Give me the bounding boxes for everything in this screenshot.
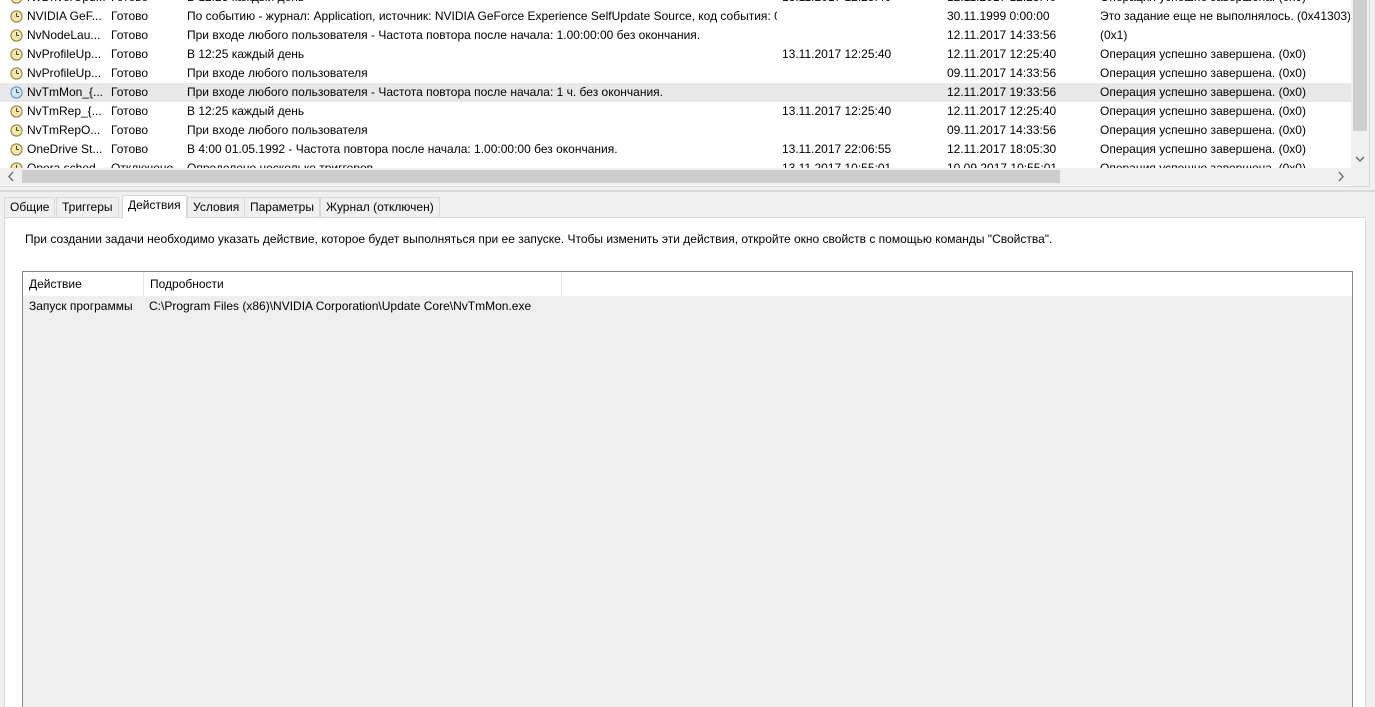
task-trigger: При входе любого пользователя - Частота … <box>187 28 701 42</box>
task-last-run: 12.11.2017 12:25:40 <box>947 0 1097 7</box>
task-name: NvTmMon_{... <box>27 85 104 99</box>
clock-icon <box>10 124 23 137</box>
scroll-right-icon[interactable] <box>1334 168 1348 185</box>
clock-icon <box>10 10 23 23</box>
tab-history[interactable]: Журнал (отключен) <box>320 197 440 218</box>
task-status: Готово <box>111 9 149 23</box>
task-name: NvProfileUp... <box>27 47 102 61</box>
task-trigger: При входе любого пользователя <box>187 123 368 137</box>
task-trigger: В 12:25 каждый день <box>187 47 305 61</box>
task-last-run: 12.11.2017 12:25:40 <box>947 47 1057 61</box>
actions-info-text: При создании задачи необходимо указать д… <box>25 232 1053 246</box>
clock-icon <box>10 67 23 80</box>
task-next-run: 13.11.2017 12:25:40 <box>782 47 892 61</box>
task-result: Операция успешно завершена. (0x0) <box>1100 47 1306 61</box>
action-details: C:\Program Files (x86)\NVIDIA Corporatio… <box>149 299 532 313</box>
table-row[interactable]: NvTmRepO... Готово При входе любого пользо… <box>0 121 1351 140</box>
task-status: Готово <box>111 66 149 80</box>
task-name: NvDriverUpd... <box>27 0 105 7</box>
table-row[interactable]: NvProfileUp... Готово В 12:25 каждый день 1… <box>0 45 1351 64</box>
table-row[interactable]: NvNodeLau... Готово При входе любого польз… <box>0 26 1351 45</box>
horizontal-scrollbar[interactable] <box>0 168 1351 185</box>
table-row[interactable]: NvTmMon_{... Готово При входе любого польз… <box>0 83 1351 102</box>
task-result: Операция успешно завершена. (0x0) <box>1100 85 1306 99</box>
clock-icon <box>10 86 23 99</box>
task-status: Готово <box>111 123 149 137</box>
table-row[interactable]: NvProfileUp... Готово При входе любого пол… <box>0 64 1351 83</box>
task-result: Операция успешно завершена. (0x0) <box>1100 66 1306 80</box>
task-trigger: При входе любого пользователя - Частота … <box>187 85 663 99</box>
table-row[interactable]: OneDrive St... Готово В 4:00 01.05.1992 - … <box>0 140 1351 159</box>
tab-general[interactable]: Общие <box>4 197 56 218</box>
scroll-corner <box>1351 168 1369 186</box>
task-trigger: При входе любого пользователя <box>187 66 368 80</box>
task-result: Операция успешно завершена. (0x0) <box>1100 123 1306 137</box>
clock-icon <box>10 0 23 4</box>
tab-triggers[interactable]: Триггеры <box>56 197 119 218</box>
table-row[interactable]: Запуск программы C:\Program Files (x86)\… <box>23 296 1352 316</box>
task-status: Готово <box>111 104 149 118</box>
table-row[interactable]: NvTmRep_{... Готово В 12:25 каждый день 13.… <box>0 102 1351 121</box>
clock-icon <box>10 29 23 42</box>
pane-splitter[interactable] <box>0 190 1375 192</box>
actions-table-header: Действие Подробности <box>23 272 1352 296</box>
task-trigger: В 12:25 каждый день <box>187 0 777 7</box>
task-name: NvProfileUp... <box>27 66 102 80</box>
task-name: NVIDIA GeF... <box>27 9 102 23</box>
task-next-run: 13.11.2017 12:25:40 <box>782 104 892 118</box>
task-result: (0x1) <box>1100 28 1128 42</box>
scroll-left-icon[interactable] <box>4 168 18 185</box>
tab-actions[interactable]: Действия <box>122 195 187 219</box>
action-type: Запуск программы <box>29 299 133 313</box>
task-result: Операция успешно завершена. (0x0) <box>1100 142 1306 156</box>
table-row[interactable]: NvDriverUpd... Готово В 12:25 каждый день 1… <box>0 0 1351 7</box>
task-name: NvNodeLau... <box>27 28 101 42</box>
task-last-run: 12.11.2017 19:33:56 <box>947 85 1057 99</box>
actions-tab-panel: При создании задачи необходимо указать д… <box>4 217 1366 707</box>
vertical-scroll-thumb[interactable] <box>1353 0 1367 131</box>
task-status: Готово <box>111 28 149 42</box>
task-status: Готово <box>111 142 149 156</box>
task-name: NvTmRepO... <box>27 123 101 137</box>
column-header-action[interactable]: Действие <box>23 272 144 296</box>
vertical-scrollbar[interactable] <box>1351 0 1369 170</box>
clock-icon <box>10 143 23 156</box>
task-status: Готово <box>111 47 149 61</box>
actions-table[interactable]: Действие Подробности Запуск программы C:… <box>22 271 1353 707</box>
task-last-run: 12.11.2017 12:25:40 <box>947 104 1057 118</box>
task-trigger: По событию - журнал: Application, источн… <box>187 9 777 23</box>
task-result: Это задание еще не выполнялось. (0x41303… <box>1100 9 1350 23</box>
task-result: Операция успешно завершена. (0x0) <box>1100 104 1306 118</box>
clock-icon <box>10 48 23 61</box>
horizontal-scroll-thumb[interactable] <box>22 170 1060 183</box>
task-last-run: 09.11.2017 14:33:56 <box>947 66 1057 80</box>
task-result: Операция успешно завершена. (0x0) <box>1100 0 1350 7</box>
task-list[interactable]: NvDriverUpd... Готово В 12:25 каждый день 1… <box>0 0 1370 187</box>
column-header-details[interactable]: Подробности <box>144 272 562 296</box>
task-trigger: В 4:00 01.05.1992 - Частота повтора посл… <box>187 142 618 156</box>
task-last-run: 09.11.2017 14:33:56 <box>947 123 1057 137</box>
task-last-run: 30.11.1999 0:00:00 <box>947 9 1050 23</box>
task-rows: NvDriverUpd... Готово В 12:25 каждый день 1… <box>0 0 1351 178</box>
task-status: Готово <box>111 0 183 7</box>
task-name: OneDrive St... <box>27 142 103 156</box>
task-scheduler-window: NvDriverUpd... Готово В 12:25 каждый день 1… <box>0 0 1375 707</box>
tab-settings[interactable]: Параметры <box>244 197 320 218</box>
clock-icon <box>10 105 23 118</box>
task-trigger: В 12:25 каждый день <box>187 104 305 118</box>
task-name: NvTmRep_{... <box>27 104 102 118</box>
task-last-run: 12.11.2017 14:33:56 <box>947 28 1057 42</box>
tab-conditions[interactable]: Условия <box>187 197 246 218</box>
scroll-down-icon[interactable] <box>1351 150 1369 168</box>
task-status: Готово <box>111 85 149 99</box>
task-next-run: 13.11.2017 22:06:55 <box>782 142 892 156</box>
task-last-run: 12.11.2017 18:05:30 <box>947 142 1057 156</box>
table-row[interactable]: NVIDIA GeF... Готово По событию - журнал: … <box>0 7 1351 26</box>
task-next-run: 13.11.2017 12:25:40 <box>782 0 942 7</box>
